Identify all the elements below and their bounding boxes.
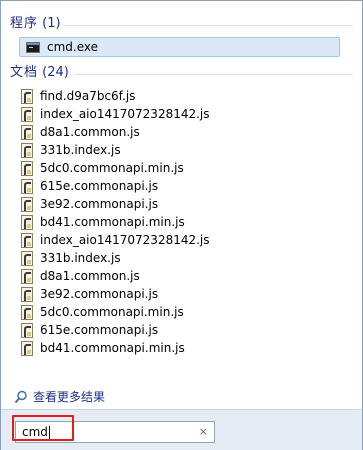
document-label: d8a1.common.js	[40, 125, 140, 139]
js-file-icon	[21, 124, 33, 140]
list-item[interactable]: index_aio1417072328142.js	[21, 231, 210, 249]
document-label: bd41.commonapi.min.js	[40, 215, 185, 229]
js-file-icon	[21, 88, 33, 104]
document-label: bd41.commonapi.min.js	[40, 341, 185, 355]
documents-header-name: 文档	[10, 65, 39, 80]
js-file-icon	[21, 160, 33, 176]
list-item[interactable]: 5dc0.commonapi.min.js	[21, 159, 210, 177]
program-item-cmd[interactable]: cmd.exe	[19, 37, 340, 57]
js-file-icon	[21, 250, 33, 266]
list-item[interactable]: 3e92.commonapi.js	[21, 195, 210, 213]
document-label: 331b.index.js	[40, 143, 121, 157]
list-item[interactable]: d8a1.common.js	[21, 123, 210, 141]
js-file-icon	[21, 142, 33, 158]
see-more-label: 查看更多结果	[33, 390, 106, 404]
document-label: 5dc0.commonapi.min.js	[40, 161, 184, 175]
js-file-icon	[21, 214, 33, 230]
document-label: d8a1.common.js	[40, 269, 140, 283]
programs-section-header: 程序 (1)	[10, 16, 61, 32]
js-file-icon	[21, 304, 33, 320]
list-item[interactable]: index_aio1417072328142.js	[21, 105, 210, 123]
list-item[interactable]: find.d9a7bc6f.js	[21, 87, 210, 105]
start-menu-search-results: 程序 (1) cmd.exe 文档 (24) find.d9a7bc6f.js …	[0, 0, 363, 450]
document-label: 615e.commonapi.js	[40, 323, 159, 337]
js-file-icon	[21, 232, 33, 248]
document-label: index_aio1417072328142.js	[40, 107, 210, 121]
list-item[interactable]: 331b.index.js	[21, 141, 210, 159]
document-label: 5dc0.commonapi.min.js	[40, 305, 184, 319]
documents-divider	[75, 74, 353, 75]
list-item[interactable]: 615e.commonapi.js	[21, 177, 210, 195]
document-label: 615e.commonapi.js	[40, 179, 159, 193]
document-label: index_aio1417072328142.js	[40, 233, 210, 247]
js-file-icon	[21, 340, 33, 356]
documents-header-count: (24)	[42, 65, 69, 80]
list-item[interactable]: d8a1.common.js	[21, 267, 210, 285]
document-label: 3e92.commonapi.js	[40, 287, 159, 301]
js-file-icon	[21, 268, 33, 284]
programs-header-count: (1)	[42, 16, 61, 31]
programs-divider	[63, 25, 353, 26]
js-file-icon	[21, 322, 33, 338]
see-more-results-link[interactable]: 查看更多结果	[14, 388, 105, 405]
list-item[interactable]: bd41.commonapi.min.js	[21, 339, 210, 357]
programs-header-name: 程序	[10, 16, 39, 31]
list-item[interactable]: bd41.commonapi.min.js	[21, 213, 210, 231]
documents-section-header: 文档 (24)	[10, 65, 69, 81]
list-item[interactable]: 331b.index.js	[21, 249, 210, 267]
cmd-icon	[26, 41, 40, 53]
document-label: 3e92.commonapi.js	[40, 197, 159, 211]
document-label: 331b.index.js	[40, 251, 121, 265]
magnifier-icon	[14, 390, 27, 403]
document-label: find.d9a7bc6f.js	[40, 89, 136, 103]
js-file-icon	[21, 286, 33, 302]
list-item[interactable]: 615e.commonapi.js	[21, 321, 210, 339]
documents-list: find.d9a7bc6f.js index_aio1417072328142.…	[21, 87, 210, 357]
js-file-icon	[21, 196, 33, 212]
program-item-label: cmd.exe	[47, 40, 99, 54]
search-highlight-annotation	[12, 415, 74, 441]
clear-search-button[interactable]: ×	[199, 425, 208, 438]
list-item[interactable]: 3e92.commonapi.js	[21, 285, 210, 303]
js-file-icon	[21, 178, 33, 194]
list-item[interactable]: 5dc0.commonapi.min.js	[21, 303, 210, 321]
js-file-icon	[21, 106, 33, 122]
